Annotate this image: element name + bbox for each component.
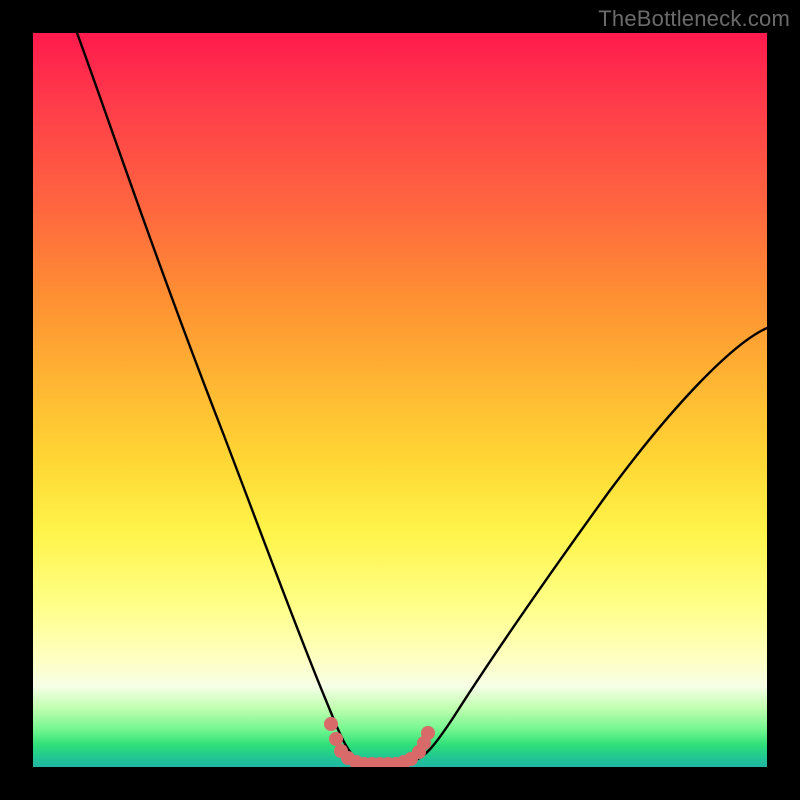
chart-frame: TheBottleneck.com [0,0,800,800]
bottleneck-curve [77,33,767,764]
chart-svg [33,33,767,767]
watermark-text: TheBottleneck.com [598,6,790,32]
plot-area [33,33,767,767]
